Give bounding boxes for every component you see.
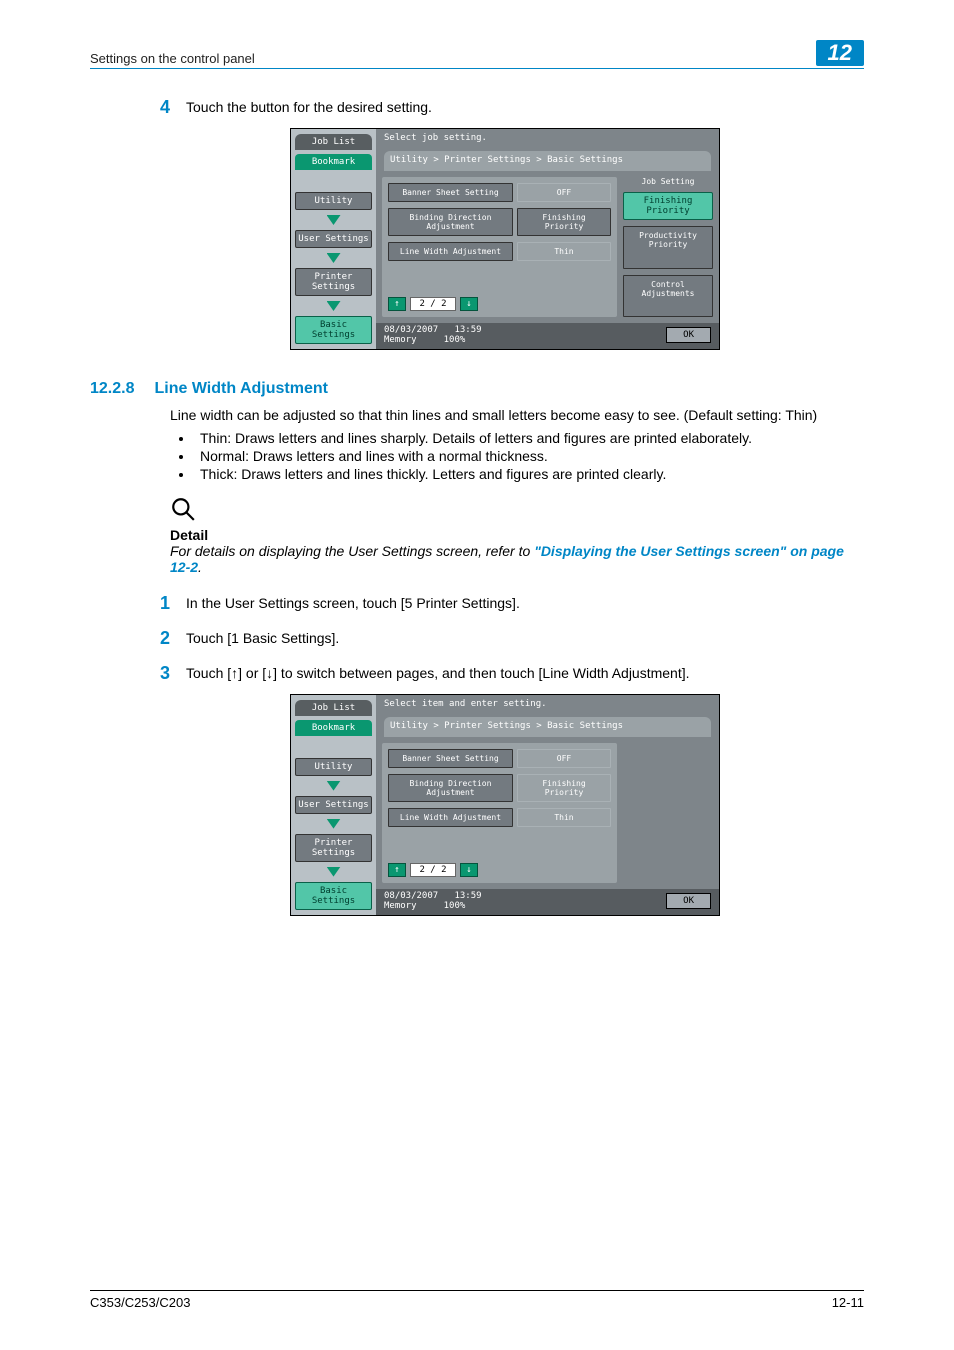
section-title: Line Width Adjustment <box>154 380 327 398</box>
chevron-down-icon <box>327 253 341 263</box>
productivity-priority-button[interactable]: Productivity Priority <box>623 226 713 269</box>
printer-settings-crumb[interactable]: Printer Settings <box>295 268 372 296</box>
chevron-down-icon <box>327 301 341 311</box>
page-footer: C353/C253/C203 12-11 <box>90 1290 864 1310</box>
chapter-badge: 12 <box>816 40 864 66</box>
pager: ↑ 2 / 2 ↓ <box>388 863 611 877</box>
step-2-number: 2 <box>160 628 186 649</box>
printer-settings-crumb[interactable]: Printer Settings <box>295 834 372 862</box>
instruction-bar: Select item and enter setting. <box>376 695 719 713</box>
panel2-left-column: Job List Bookmark Utility User Settings … <box>291 695 376 915</box>
user-settings-crumb[interactable]: User Settings <box>295 796 372 814</box>
list-item: Thick: Draws letters and lines thickly. … <box>194 466 864 482</box>
step-3-text: Touch [↑] or [↓] to switch between pages… <box>186 663 690 681</box>
step-1-text: In the User Settings screen, touch [5 Pr… <box>186 593 520 611</box>
bookmark-tab[interactable]: Bookmark <box>295 720 372 736</box>
page-indicator: 2 / 2 <box>410 863 456 877</box>
finishing-priority-button[interactable]: Finishing Priority <box>623 192 713 220</box>
settings-area: Banner Sheet Setting OFF Binding Directi… <box>382 743 617 883</box>
step-4-number: 4 <box>160 97 186 118</box>
step-2-text: Touch [1 Basic Settings]. <box>186 628 339 646</box>
line-width-value: Thin <box>517 242 611 261</box>
detail-note: Detail For details on displaying the Use… <box>170 496 864 575</box>
chevron-down-icon <box>327 781 341 791</box>
step-2: 2 Touch [1 Basic Settings]. <box>160 628 864 649</box>
page-indicator: 2 / 2 <box>410 297 456 311</box>
utility-crumb[interactable]: Utility <box>295 192 372 210</box>
section-number: 12.2.8 <box>90 380 134 398</box>
utility-crumb[interactable]: Utility <box>295 758 372 776</box>
line-width-value: Thin <box>517 808 611 827</box>
step-3: 3 Touch [↑] or [↓] to switch between pag… <box>160 663 864 684</box>
job-list-tab[interactable]: Job List <box>295 700 372 716</box>
line-width-button[interactable]: Line Width Adjustment <box>388 242 513 261</box>
breadcrumb-bar: Utility > Printer Settings > Basic Setti… <box>384 151 711 171</box>
page-up-button[interactable]: ↑ <box>388 297 406 311</box>
detail-heading: Detail <box>170 527 864 543</box>
banner-sheet-setting-button[interactable]: Banner Sheet Setting <box>388 183 513 202</box>
chevron-down-icon <box>327 819 341 829</box>
pager: ↑ 2 / 2 ↓ <box>388 297 611 311</box>
footer-memory-label: Memory <box>384 901 417 911</box>
option-list: Thin: Draws letters and lines sharply. D… <box>170 430 864 482</box>
basic-settings-crumb[interactable]: Basic Settings <box>295 316 372 344</box>
footer-memory-pct: 100% <box>444 901 466 911</box>
control-adjustments-button[interactable]: Control Adjustments <box>623 275 713 318</box>
footer-time: 13:59 <box>454 891 481 901</box>
intro-text: Line width can be adjusted so that thin … <box>170 406 864 426</box>
basic-settings-crumb[interactable]: Basic Settings <box>295 882 372 910</box>
header-left: Settings on the control panel <box>90 51 255 66</box>
instruction-bar: Select job setting. <box>376 129 719 147</box>
bookmark-tab[interactable]: Bookmark <box>295 154 372 170</box>
empty-side-column <box>623 743 713 883</box>
ok-button[interactable]: OK <box>666 327 711 343</box>
job-list-tab[interactable]: Job List <box>295 134 372 150</box>
binding-direction-value: Finishing Priority <box>517 774 611 802</box>
user-settings-crumb[interactable]: User Settings <box>295 230 372 248</box>
banner-sheet-setting-value: OFF <box>517 749 611 768</box>
step-4: 4 Touch the button for the desired setti… <box>160 97 864 118</box>
page-up-button[interactable]: ↑ <box>388 863 406 877</box>
footer-time: 13:59 <box>454 325 481 335</box>
binding-direction-button[interactable]: Binding Direction Adjustment <box>388 774 513 802</box>
page-header: Settings on the control panel 12 <box>90 40 864 69</box>
panel-screenshot-2: Job List Bookmark Utility User Settings … <box>290 694 720 916</box>
panel-footer: 08/03/2007 13:59 Memory 100% OK <box>376 323 719 349</box>
step-1: 1 In the User Settings screen, touch [5 … <box>160 593 864 614</box>
footer-left: C353/C253/C203 <box>90 1295 190 1310</box>
panel1-left-column: Job List Bookmark Utility User Settings … <box>291 129 376 349</box>
step-1-number: 1 <box>160 593 186 614</box>
page-down-button[interactable]: ↓ <box>460 297 478 311</box>
footer-memory-pct: 100% <box>444 335 466 345</box>
binding-direction-button[interactable]: Binding Direction Adjustment <box>388 208 513 236</box>
list-item: Normal: Draws letters and lines with a n… <box>194 448 864 464</box>
footer-date: 08/03/2007 <box>384 325 438 335</box>
step-4-text: Touch the button for the desired setting… <box>186 97 432 115</box>
line-width-button[interactable]: Line Width Adjustment <box>388 808 513 827</box>
breadcrumb-bar: Utility > Printer Settings > Basic Setti… <box>384 717 711 737</box>
ok-button[interactable]: OK <box>666 893 711 909</box>
footer-date: 08/03/2007 <box>384 891 438 901</box>
banner-sheet-setting-button[interactable]: Banner Sheet Setting <box>388 749 513 768</box>
banner-sheet-setting-value: OFF <box>517 183 611 202</box>
list-item: Thin: Draws letters and lines sharply. D… <box>194 430 864 446</box>
chevron-down-icon <box>327 867 341 877</box>
magnifier-icon <box>170 496 864 525</box>
page-down-button[interactable]: ↓ <box>460 863 478 877</box>
job-setting-column: Job Setting Finishing Priority Productiv… <box>623 177 713 317</box>
job-setting-title: Job Setting <box>623 177 713 186</box>
footer-memory-label: Memory <box>384 335 417 345</box>
chevron-down-icon <box>327 215 341 225</box>
detail-body: For details on displaying the User Setti… <box>170 543 864 575</box>
panel-screenshot-1: Job List Bookmark Utility User Settings … <box>290 128 720 350</box>
panel-footer: 08/03/2007 13:59 Memory 100% OK <box>376 889 719 915</box>
step-3-number: 3 <box>160 663 186 684</box>
settings-area: Banner Sheet Setting OFF Binding Directi… <box>382 177 617 317</box>
footer-right: 12-11 <box>832 1295 864 1310</box>
section-heading: 12.2.8 Line Width Adjustment <box>90 380 864 398</box>
binding-direction-value: Finishing Priority <box>517 208 611 236</box>
